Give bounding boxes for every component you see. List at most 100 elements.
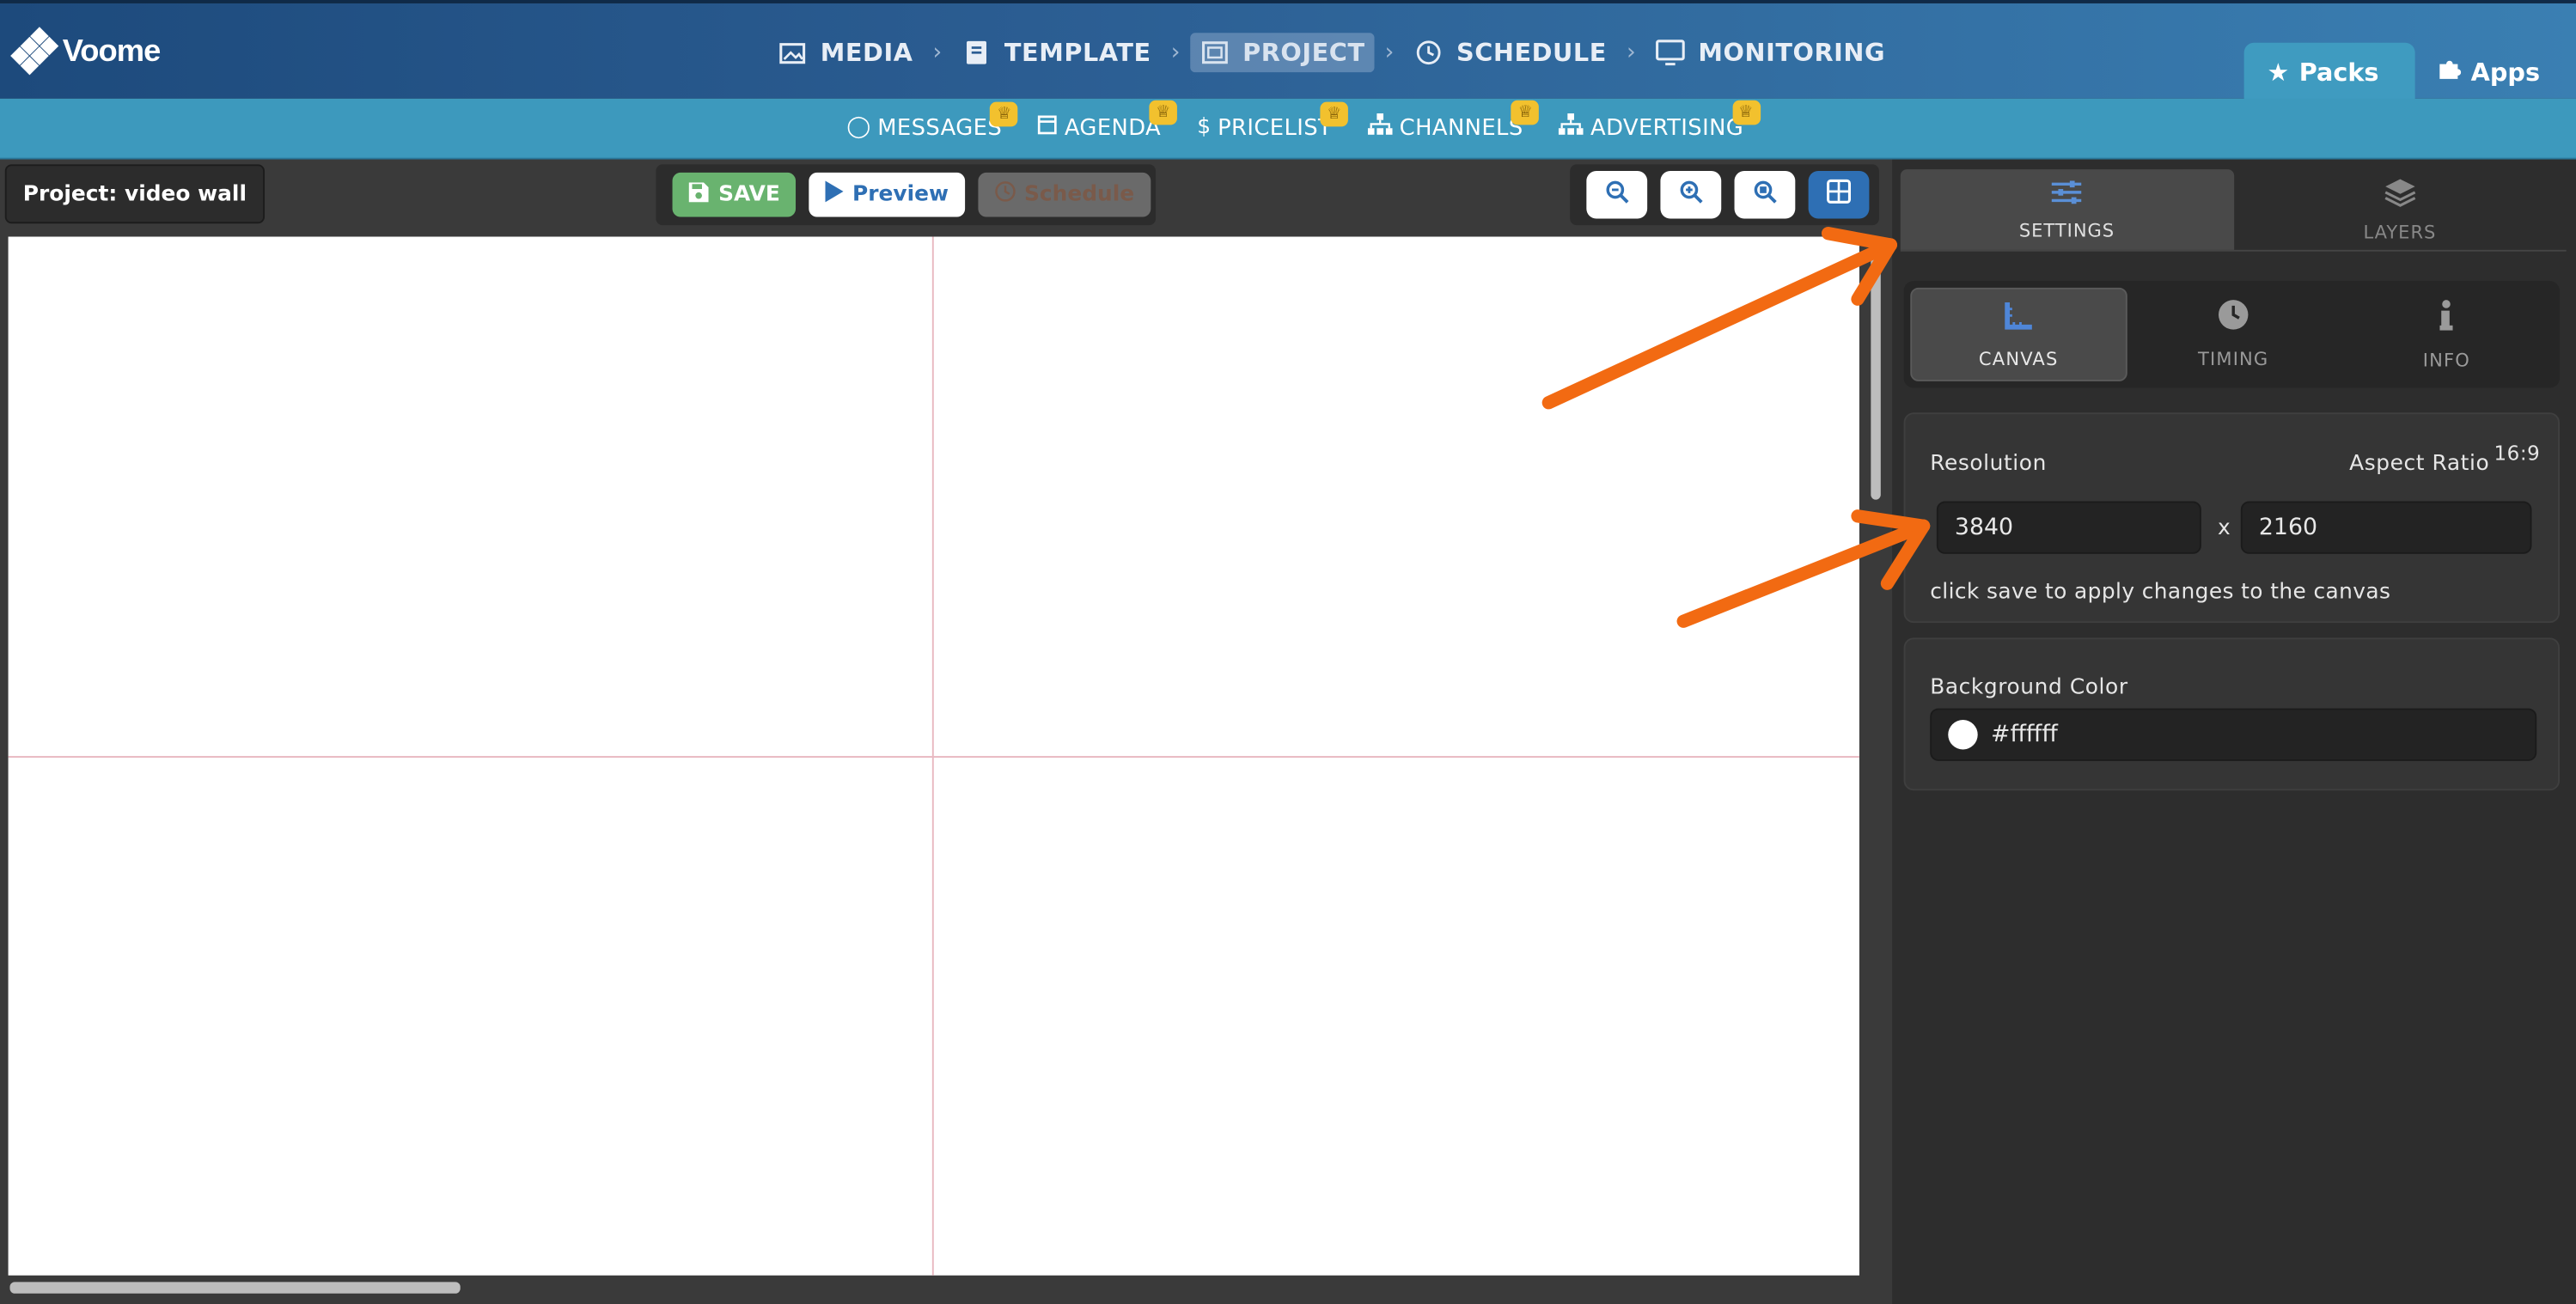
crown-icon: ♕ <box>990 101 1019 126</box>
background-color-value: #ffffff <box>1991 721 2058 748</box>
sub-nav: ◯ MESSAGES ♕ AGENDA ♕ $ PRICELIST ♕ CHAN… <box>846 100 1761 142</box>
info-icon <box>2439 298 2453 339</box>
pack-tabs: ★ Packs Apps <box>2243 42 2576 102</box>
subnav-advertising-label: ADVERTISING <box>1590 113 1744 141</box>
properties-panel: SETTINGS LAYERS CANVAS TIMING INFO Resol… <box>1892 159 2576 1304</box>
nav-project-label: PROJECT <box>1242 38 1365 68</box>
monitor-icon <box>1656 40 1685 66</box>
main-nav: MEDIA › TEMPLATE › PROJECT › SCHEDULE › … <box>768 33 1895 73</box>
nav-schedule[interactable]: SCHEDULE <box>1404 33 1617 72</box>
crown-icon: ♕ <box>1731 100 1761 125</box>
subnav-channels[interactable]: CHANNELS ♕ <box>1368 100 1540 142</box>
schedule-button[interactable]: Schedule <box>978 172 1151 217</box>
subtab-info-label: INFO <box>2422 349 2470 371</box>
schedule-button-label: Schedule <box>1023 182 1135 208</box>
nav-schedule-label: SCHEDULE <box>1456 38 1607 68</box>
background-color-label: Background Color <box>1930 675 2128 701</box>
tab-apps[interactable]: Apps <box>2415 43 2576 102</box>
grid-icon <box>1827 179 1852 210</box>
vertical-scrollbar[interactable] <box>1871 253 1881 500</box>
zoom-in-button[interactable] <box>1660 170 1722 219</box>
ruler-icon <box>2004 299 2033 338</box>
resolution-hint: click save to apply changes to the canva… <box>1930 580 2391 606</box>
subtab-timing[interactable]: TIMING <box>2127 288 2340 381</box>
nav-template[interactable]: TEMPLATE <box>952 33 1162 72</box>
zoom-out-button[interactable] <box>1586 170 1648 219</box>
resolution-card: Resolution Aspect Ratio 16:9 3840 x 2160… <box>1903 412 2561 624</box>
nav-media[interactable]: MEDIA <box>768 33 923 72</box>
zoom-fit-button[interactable] <box>1734 170 1796 219</box>
subnav-messages[interactable]: ◯ MESSAGES ♕ <box>846 101 1019 141</box>
star-icon: ★ <box>2267 57 2290 88</box>
app-logo[interactable]: Voome <box>9 27 162 76</box>
image-icon <box>778 40 807 66</box>
save-button[interactable]: SAVE <box>672 172 797 217</box>
subnav-pricelist[interactable]: $ PRICELIST ♕ <box>1197 101 1349 141</box>
save-button-label: SAVE <box>718 182 780 208</box>
clock-icon <box>995 180 1016 209</box>
subnav-agenda[interactable]: AGENDA ♕ <box>1038 100 1178 142</box>
subnav-messages-label: MESSAGES <box>877 113 1003 141</box>
sitemap-icon <box>1368 113 1394 142</box>
resolution-separator: x <box>2218 515 2231 541</box>
crown-icon: ♕ <box>1149 100 1178 125</box>
canvas-grid-line-horizontal <box>8 756 1859 759</box>
tab-layers-label: LAYERS <box>2363 221 2437 243</box>
preview-button[interactable]: Preview <box>809 172 966 217</box>
resolution-label: Resolution <box>1930 452 2047 477</box>
nav-template-label: TEMPLATE <box>1004 38 1151 68</box>
nav-monitoring[interactable]: MONITORING <box>1645 33 1895 72</box>
resolution-height-input[interactable]: 2160 <box>2240 501 2532 554</box>
subnav-channels-label: CHANNELS <box>1399 113 1523 141</box>
color-swatch[interactable] <box>1948 720 1978 750</box>
secondary-navbar: ◯ MESSAGES ♕ AGENDA ♕ $ PRICELIST ♕ CHAN… <box>0 98 2576 160</box>
chevron-right-icon: › <box>1626 39 1636 66</box>
chevron-right-icon: › <box>932 39 943 66</box>
grid-toggle-button[interactable] <box>1808 170 1870 219</box>
tab-settings[interactable]: SETTINGS <box>1900 169 2234 250</box>
dollar-icon: $ <box>1197 114 1212 140</box>
top-navbar: Voome MEDIA › TEMPLATE › PROJECT › SCHED… <box>0 0 2576 102</box>
editor-workarea: Project: video wall SAVE Preview Schedul… <box>0 159 1893 1304</box>
aspect-ratio-value: 16:9 <box>2494 442 2541 466</box>
background-color-input[interactable]: #ffffff <box>1930 708 2537 761</box>
puzzle-icon <box>2438 58 2462 87</box>
project-icon <box>1199 40 1229 66</box>
resolution-width-input[interactable]: 3840 <box>1936 501 2201 554</box>
layers-icon <box>2384 177 2416 215</box>
tab-packs[interactable]: ★ Packs <box>2243 42 2415 102</box>
horizontal-scrollbar[interactable] <box>9 1282 461 1294</box>
chevron-right-icon: › <box>1170 39 1181 66</box>
nav-media-label: MEDIA <box>820 38 913 68</box>
zoom-fit-icon <box>1753 180 1777 210</box>
zoom-out-icon <box>1605 180 1628 210</box>
play-icon <box>826 180 845 209</box>
subnav-agenda-label: AGENDA <box>1064 113 1162 141</box>
tab-layers[interactable]: LAYERS <box>2233 169 2566 250</box>
sliders-icon <box>2050 179 2083 213</box>
logo-icon <box>9 27 59 76</box>
chat-icon: ◯ <box>846 114 871 140</box>
background-card: Background Color #ffffff <box>1903 637 2561 791</box>
calendar-icon <box>1038 113 1058 142</box>
zoom-controls <box>1570 164 1879 226</box>
tab-apps-label: Apps <box>2470 57 2541 88</box>
clock-icon <box>1413 40 1443 66</box>
design-canvas[interactable] <box>8 236 1859 1276</box>
zoom-in-icon <box>1679 180 1702 210</box>
aspect-ratio-label: Aspect Ratio <box>2349 452 2490 477</box>
crown-icon: ♕ <box>1511 100 1540 125</box>
subnav-advertising[interactable]: ADVERTISING ♕ <box>1559 100 1761 142</box>
subtab-timing-label: TIMING <box>2198 348 2269 370</box>
preview-button-label: Preview <box>852 182 949 208</box>
project-title: Project: video wall <box>4 164 266 224</box>
nav-project[interactable]: PROJECT <box>1189 33 1376 73</box>
sitemap-icon <box>1559 113 1584 142</box>
subtab-canvas-label: CANVAS <box>1978 348 2059 370</box>
floppy-icon <box>688 181 709 208</box>
subtab-info[interactable]: INFO <box>2340 288 2553 381</box>
subtab-canvas[interactable]: CANVAS <box>1910 287 2127 381</box>
book-icon <box>961 40 991 66</box>
logo-text: Voome <box>62 34 162 70</box>
nav-monitoring-label: MONITORING <box>1698 38 1886 68</box>
